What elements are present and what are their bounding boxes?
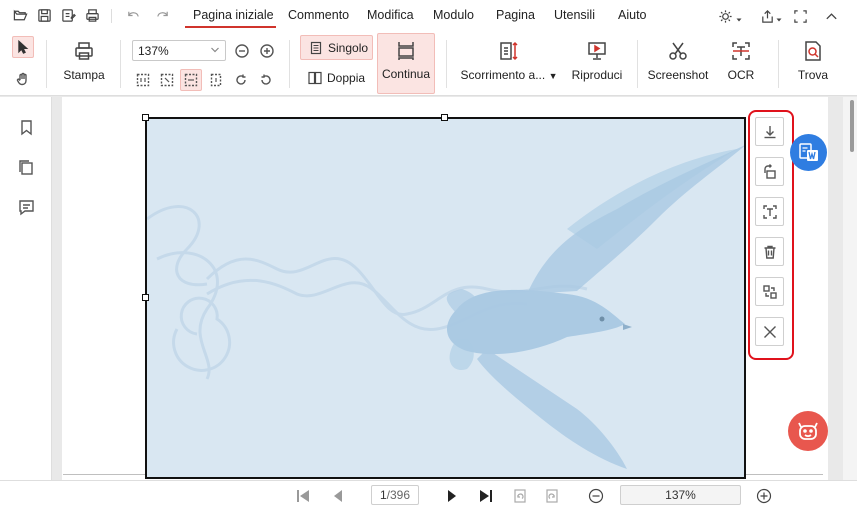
single-page-label: Singolo (328, 40, 369, 55)
play-button[interactable]: Riproduci (568, 40, 626, 82)
fit-visible-icon[interactable] (205, 69, 227, 91)
separator (120, 40, 121, 88)
scroll-mode-button[interactable]: Scorrimento a... ▼ (459, 40, 559, 82)
menu-edit[interactable]: Modifica (367, 8, 414, 22)
undo-icon[interactable] (125, 7, 141, 23)
separator (637, 40, 638, 88)
previous-page-icon[interactable] (329, 487, 347, 505)
zoom-in-icon[interactable] (256, 40, 278, 62)
rotate-right-icon[interactable] (230, 69, 252, 91)
separator (778, 40, 779, 88)
active-tab-underline (185, 26, 276, 28)
delete-icon[interactable] (755, 237, 784, 266)
collapse-icon[interactable] (822, 7, 840, 25)
pages-icon[interactable] (16, 157, 36, 177)
double-page-icon (308, 71, 322, 85)
ai-assistant-icon[interactable] (788, 411, 828, 451)
save-icon[interactable] (36, 7, 52, 23)
share-icon[interactable] (758, 7, 776, 25)
redo-icon[interactable] (154, 7, 170, 23)
print-button[interactable]: Stampa (58, 40, 110, 82)
separator (289, 40, 290, 88)
find-button[interactable]: Trova (792, 40, 834, 82)
last-page-icon[interactable] (477, 487, 495, 505)
continuous-button[interactable]: Continua (377, 33, 435, 94)
rotate-icon[interactable] (755, 157, 784, 186)
select-tool-icon[interactable] (12, 36, 34, 58)
text-extract-icon[interactable] (755, 197, 784, 226)
close-icon[interactable] (755, 317, 784, 346)
scroll-mode-label: Scorrimento a... (460, 68, 546, 82)
separator (111, 9, 112, 23)
actual-size-icon[interactable] (132, 69, 154, 91)
menu-form[interactable]: Modulo (433, 8, 474, 22)
zoom-out-icon[interactable] (587, 487, 605, 505)
screenshot-button[interactable]: Screenshot (646, 40, 710, 82)
menu-page[interactable]: Pagina (496, 8, 535, 22)
rotate-left-icon[interactable] (511, 487, 529, 505)
zoom-select[interactable]: 137% (132, 40, 226, 61)
share-caret-icon[interactable] (776, 12, 782, 22)
replace-icon[interactable] (755, 277, 784, 306)
ocr-label: OCR (727, 68, 755, 82)
zoom-level-value: 137% (665, 488, 696, 502)
separator (46, 40, 47, 88)
scrollbar-thumb[interactable] (850, 100, 854, 152)
comment-icon[interactable] (16, 197, 36, 217)
ocr-button[interactable]: OCR (720, 40, 762, 82)
menu-comment[interactable]: Commento (288, 8, 349, 22)
seagull-illustration (147, 145, 744, 469)
fullscreen-icon[interactable] (791, 7, 809, 25)
double-page-label: Doppia (327, 71, 366, 85)
zoom-select-value: 137% (138, 44, 169, 58)
save-as-icon[interactable] (60, 7, 76, 23)
double-page-button[interactable]: Doppia (300, 67, 373, 89)
bookmark-icon[interactable] (16, 117, 36, 137)
resize-handle[interactable] (441, 114, 448, 121)
menu-tools[interactable]: Utensili (554, 8, 595, 22)
print-label: Stampa (63, 68, 105, 82)
menu-bar: Pagina iniziale Commento Modifica Modulo… (0, 0, 857, 32)
open-icon[interactable] (12, 7, 28, 23)
resize-handle[interactable] (142, 114, 149, 121)
fit-width-icon[interactable] (180, 69, 202, 91)
next-page-icon[interactable] (443, 487, 461, 505)
play-label: Riproduci (571, 68, 623, 82)
page-number-value: 1 (379, 488, 387, 502)
menu-help[interactable]: Aiuto (618, 8, 647, 22)
zoom-in-icon[interactable] (755, 487, 773, 505)
fit-page-icon[interactable] (156, 69, 178, 91)
convert-to-word-icon[interactable] (790, 134, 827, 171)
page-number-input[interactable]: 1/396 (371, 485, 419, 505)
find-label: Trova (797, 68, 829, 82)
zoom-out-icon[interactable] (231, 40, 253, 62)
chevron-down-icon (211, 47, 219, 53)
rotate-left-icon[interactable] (255, 69, 277, 91)
single-page-button[interactable]: Singolo (300, 35, 373, 60)
print-icon[interactable] (84, 7, 100, 23)
selected-image[interactable] (145, 117, 746, 479)
theme-caret-icon[interactable] (736, 12, 742, 22)
screenshot-label: Screenshot (647, 68, 709, 82)
separator (446, 40, 447, 88)
hand-tool-icon[interactable] (12, 68, 34, 90)
page-total: /396 (386, 488, 411, 502)
theme-icon[interactable] (716, 7, 734, 25)
download-icon[interactable] (755, 117, 784, 146)
rotate-right-icon[interactable] (543, 487, 561, 505)
zoom-level-display[interactable]: 137% (620, 485, 741, 505)
caret-down-icon: ▼ (548, 71, 558, 81)
resize-handle[interactable] (142, 294, 149, 301)
vertical-scrollbar[interactable] (843, 97, 857, 480)
first-page-icon[interactable] (294, 487, 312, 505)
continuous-label: Continua (381, 67, 431, 81)
menu-home[interactable]: Pagina iniziale (193, 8, 274, 22)
single-page-icon (310, 41, 322, 54)
